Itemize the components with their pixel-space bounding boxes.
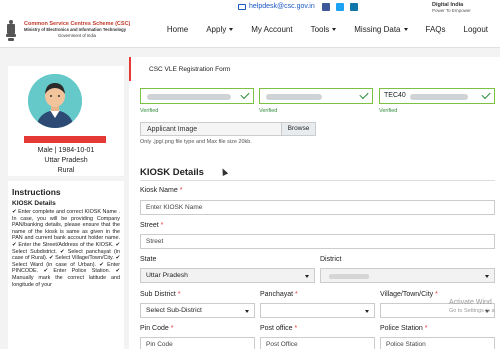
twitter-icon[interactable] [336,3,344,11]
profile-state: Uttar Pradesh [44,157,88,164]
instructions-section-title: KIOSK Details [12,200,56,207]
chevron-down-icon [403,28,408,31]
verified-label: Verified [259,108,278,114]
envelope-icon [238,3,246,10]
top-strip: helpdesk@csc.gov.in Digital India Power … [0,0,500,16]
registration-form: CSC VLE Registration Form TEC40 Verified… [129,57,500,349]
nav-faqs[interactable]: FAQs [426,25,446,34]
avatar [28,74,82,128]
redacted-value [329,274,369,279]
file-hint: Only .jpg/.png file type and Max file si… [140,139,252,145]
check-icon [240,89,250,100]
kiosk-name-input[interactable]: Enter KIOSK Name [140,200,495,215]
panchayat-select[interactable] [260,303,375,318]
form-title: CSC VLE Registration Form [129,57,500,81]
social-links [322,3,358,11]
chevron-down-icon [305,275,309,278]
instructions-text: ✔ Enter complete and correct KIOSK Name … [12,209,120,288]
nav-logout[interactable]: Logout [464,25,488,34]
brand-block[interactable]: Common Service Centres Scheme (CSC) Mini… [24,21,130,39]
check-icon [359,89,369,100]
sub-district-select[interactable]: Select Sub-District [140,303,255,318]
chevron-down-icon [365,310,369,313]
profile-area: Rural [57,167,75,174]
kiosk-name-label: Kiosk Name * [140,187,183,194]
district-select[interactable] [320,268,495,283]
helpdesk-email[interactable]: helpdesk@csc.gov.in [249,3,315,10]
redacted-value [147,94,231,100]
nav-my-account[interactable]: My Account [251,25,292,34]
nav-missing-data[interactable]: Missing Data [354,25,408,34]
post-office-label: Post office * [260,325,298,332]
chevron-down-icon [485,275,489,278]
windows-activation-watermark: Activate Wind Go to Settings to a [449,299,495,314]
profile-card: Male | 1984-10-01 Uttar Pradesh Rural [8,66,124,176]
chevron-down-icon [332,28,337,31]
chevron-down-icon [245,310,249,313]
site-header: Common Service Centres Scheme (CSC) Mini… [0,16,500,48]
street-input[interactable]: Street [140,234,495,249]
name-redaction-bar [24,136,106,143]
state-select[interactable]: Uttar Pradesh [140,268,315,283]
chevron-down-icon [229,28,234,31]
instructions-panel: Instructions KIOSK Details ✔ Enter compl… [8,181,124,349]
verified-field-mobile[interactable] [259,88,373,104]
pin-code-label: Pin Code * [140,325,174,332]
verified-field-tec[interactable]: TEC40 [379,88,495,104]
village-label: Village/Town/City * [380,291,438,298]
redacted-value [266,94,322,100]
state-label: State [140,256,157,263]
browse-button[interactable]: Browse [281,123,315,135]
divider [140,180,495,181]
post-office-input[interactable]: Post Office [260,337,375,349]
pin-code-input[interactable]: Pin Code [140,337,255,349]
check-icon [481,89,491,100]
sub-district-label: Sub District * [140,291,181,298]
redacted-value [410,94,468,100]
applicant-image-label: Applicant Image [147,126,198,133]
applicant-image-upload[interactable]: Applicant Image Browse [140,122,316,136]
nav-home[interactable]: Home [167,25,188,34]
police-station-input[interactable]: Police Station [380,337,495,349]
linkedin-icon[interactable] [350,3,358,11]
helpdesk-email-link[interactable]: helpdesk@csc.gov.in [238,3,315,10]
digital-india-logo: Digital India Power To Empower [432,2,471,13]
panchayat-label: Panchayat * [260,291,298,298]
verified-label: Verified [379,108,398,114]
national-emblem-icon [6,20,16,42]
profile-gender-dob: Male | 1984-10-01 [37,147,95,154]
street-label: Street * [140,222,164,229]
brand-government: Government of India [58,33,96,38]
nav-tools[interactable]: Tools [311,25,337,34]
main-nav: Home Apply My Account Tools Missing Data… [149,25,488,34]
district-label: District [320,256,342,263]
verified-label: Verified [140,108,159,114]
nav-apply[interactable]: Apply [206,25,234,34]
instructions-title: Instructions [12,187,61,197]
section-title: KIOSK Details [140,167,204,178]
verified-field-email[interactable] [140,88,254,104]
facebook-icon[interactable] [322,3,330,11]
police-station-label: Police Station * [380,325,428,332]
user-avatar-icon [28,74,82,128]
